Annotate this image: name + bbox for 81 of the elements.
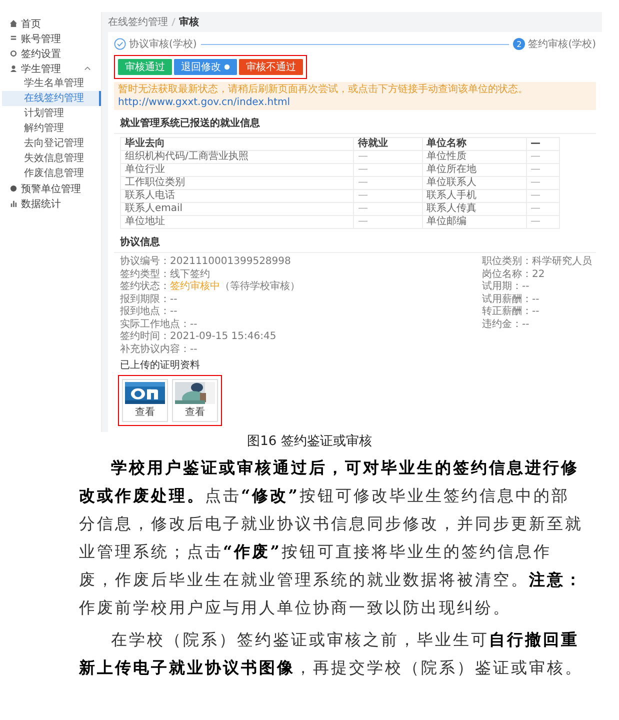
ring-icon xyxy=(10,50,17,57)
status-text: 签约审核中 xyxy=(170,281,220,294)
sidebar-subitem[interactable]: 失效信息管理 xyxy=(2,151,101,166)
table-cell: — xyxy=(526,150,560,164)
table-cell: — xyxy=(354,202,422,216)
sidebar-subitem[interactable]: 计划管理 xyxy=(2,106,101,121)
info-field: 试用期：-- xyxy=(482,281,530,294)
sidebar-item[interactable]: 首页 xyxy=(2,16,101,31)
view-link[interactable]: 查看 xyxy=(185,405,205,419)
info-field: 签约类型：线下签约 xyxy=(120,268,210,281)
step-number: 2 xyxy=(513,38,526,50)
step-label: 签约审核(学校) xyxy=(528,38,596,51)
table-cell: 联系人电话 xyxy=(120,190,354,202)
action-button[interactable]: 审核不通过 xyxy=(239,59,303,75)
info-field: 报到期限：-- xyxy=(120,294,178,306)
info-field: 转正薪酬：-- xyxy=(482,306,540,318)
status-note: （等待学校审核） xyxy=(220,281,300,294)
body-paragraph: 学校用户鉴证或审核通过后，可对毕业生的签约信息进行修改或作废处理。点击“修改”按钮可修改毕业生签约信息中的部分信息，修改后电子就业协议书信息同步修改，并同步更新至就业管理系统；点击“作废”按钮可直接将毕业生的签约信息作废，作废后毕业生在就业管理系统的就业数据将被清空。注意：作废前学校用户应与用人单位协商一致以防出现纠纷。 xyxy=(79,457,584,619)
sidebar-item[interactable]: 数据统计 xyxy=(2,196,101,211)
notice-text: 暂时无法获取最新状态，请稍后刷新页面再次尝试，或点击下方链接手动查询该单位的状态。 xyxy=(118,84,528,95)
sidebar-subitem[interactable]: 去向登记管理 xyxy=(2,136,101,151)
info-field: 报到地点：-- xyxy=(120,306,178,318)
info-field: 协议编号：2021110001399528998 xyxy=(120,256,291,268)
table-cell: — xyxy=(354,150,422,164)
table-header-cell: 待就业 xyxy=(354,138,422,150)
info-field: 岗位名称：22 xyxy=(482,268,545,281)
breadcrumb-link[interactable]: 在线签约管理 xyxy=(108,15,168,29)
table-cell: 单位邮编 xyxy=(422,216,526,228)
attachment-thumbnail[interactable]: 查看 xyxy=(172,379,218,422)
table-cell: — xyxy=(354,176,422,190)
table-cell: 单位地址 xyxy=(120,216,354,228)
table-cell: 单位联系人 xyxy=(422,176,526,190)
table-cell: 联系人email xyxy=(120,202,354,216)
attachments-label: 已上传的证明资料 xyxy=(119,358,201,372)
table-cell: 单位所在地 xyxy=(422,164,526,176)
sidebar-item[interactable]: 学生管理 xyxy=(2,61,101,76)
table-cell: 单位性质 xyxy=(422,150,526,164)
field-label: 签约状态： xyxy=(120,281,170,294)
table-cell: — xyxy=(354,164,422,176)
table-header-cell: — xyxy=(526,138,560,150)
table-header-cell: 毕业去向 xyxy=(120,138,354,150)
list-icon xyxy=(10,35,17,42)
info-field: 试用薪酬：-- xyxy=(482,294,540,306)
table-cell: 联系人传真 xyxy=(422,202,526,216)
info-field: 违约金：-- xyxy=(482,318,530,331)
sidebar-item[interactable]: 预警单位管理 xyxy=(2,181,101,196)
table-header-cell: 单位名称 xyxy=(422,138,526,150)
dot-icon xyxy=(10,185,17,192)
section-title: 就业管理系统已报送的就业信息 xyxy=(114,110,596,134)
table-cell: 工作职位类别 xyxy=(120,176,354,190)
sidebar-subitem[interactable]: 学生名单管理 xyxy=(2,76,101,91)
section-title: 协议信息 xyxy=(114,229,596,253)
step-label: 协议审核(学校) xyxy=(129,38,197,51)
notice-link[interactable]: http://www.gxxt.gov.cn/index.html xyxy=(118,97,290,108)
person-icon xyxy=(10,65,17,72)
sidebar-subitem[interactable]: 解约管理 xyxy=(2,121,101,136)
table-cell: — xyxy=(354,190,422,202)
table-cell: — xyxy=(526,216,560,228)
view-link[interactable]: 查看 xyxy=(135,405,155,419)
table-cell: — xyxy=(526,176,560,190)
sidebar-subitem[interactable]: 作废信息管理 xyxy=(2,166,101,181)
info-field: 签约时间：2021-09-15 15:46:45 xyxy=(120,331,276,344)
table-cell: 组织机构代码/工商营业执照 xyxy=(120,150,354,164)
table-cell: 单位行业 xyxy=(120,164,354,176)
info-field: 职位类别：科学研究人员 xyxy=(482,256,592,268)
info-field: 实际工作地点：-- xyxy=(120,318,198,331)
chart-icon xyxy=(10,200,17,207)
body-paragraph: 在学校（院系）签约鉴证或审核之前，毕业生可自行撤回重新上传电子就业协议书图像，再提交学校（院系）鉴证或审核。 xyxy=(79,629,584,679)
attachment-thumbnail[interactable]: 查看 xyxy=(122,379,168,422)
breadcrumb-current: 审核 xyxy=(179,15,199,29)
sidebar-item[interactable]: 签约设置 xyxy=(2,46,101,61)
table-cell: — xyxy=(526,190,560,202)
table-cell: — xyxy=(526,164,560,176)
sidebar-subitem[interactable]: 在线签约管理 xyxy=(2,91,101,106)
table-cell: — xyxy=(354,216,422,228)
figure-caption: 图16 签约鉴证或审核 xyxy=(246,434,373,450)
table-cell: — xyxy=(526,202,560,216)
table-cell: 联系人手机 xyxy=(422,190,526,202)
home-icon xyxy=(10,20,17,27)
info-field: 补充协议内容：-- xyxy=(120,344,198,356)
sidebar-item[interactable]: 账号管理 xyxy=(2,31,101,46)
